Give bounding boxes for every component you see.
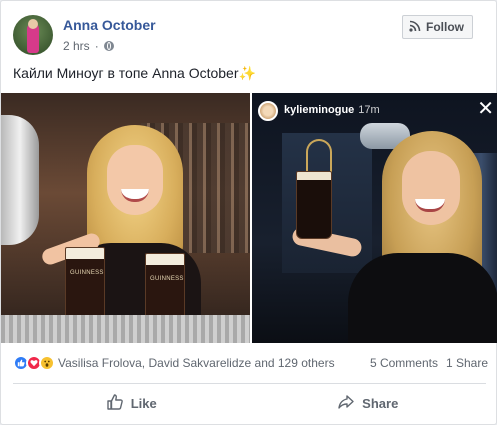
meta-separator: · <box>94 39 99 53</box>
glass-label: GUINNESS <box>150 276 184 282</box>
beer-glass <box>296 171 332 239</box>
bar-counter <box>1 315 250 343</box>
reactions-bar: Vasilisa Frolova, David Sakvarelidze and… <box>13 353 488 373</box>
photo-kylie-bar[interactable]: GUINNESS GUINNESS <box>1 93 250 343</box>
wow-icon <box>39 355 55 371</box>
share-label: Share <box>362 395 399 411</box>
comments-count[interactable]: 5 Comments <box>370 356 438 370</box>
post-card: Anna October 2 hrs · Follow Кайли Миноуг… <box>0 0 497 425</box>
close-icon[interactable]: ✕ <box>477 99 494 119</box>
story-avatar[interactable] <box>258 101 278 121</box>
author-name[interactable]: Anna October <box>63 17 156 33</box>
follow-label: Follow <box>426 20 464 34</box>
shares-count[interactable]: 1 Share <box>446 356 488 370</box>
like-button[interactable]: Like <box>13 387 250 419</box>
like-label: Like <box>130 395 157 411</box>
story-time: 17m <box>358 104 380 116</box>
post-text-body: Кайли Миноуг в топе Anna October <box>13 65 239 81</box>
post-text: Кайли Миноуг в топе Anna October✨ <box>13 65 256 82</box>
rss-icon <box>409 20 421 34</box>
reaction-icons[interactable] <box>13 355 55 371</box>
beer-tap-lamp <box>1 115 39 245</box>
globe-icon[interactable] <box>103 41 114 51</box>
story-username[interactable]: kylieminogue 17m <box>284 104 380 116</box>
post-time[interactable]: 2 hrs <box>63 39 90 53</box>
woman-face <box>402 151 460 225</box>
share-button[interactable]: Share <box>250 387 487 419</box>
divider <box>13 383 486 384</box>
share-arrow-icon <box>337 393 355 414</box>
photo-kylie-story[interactable]: kylieminogue 17m ✕ <box>252 93 497 343</box>
woman-dress <box>348 253 497 343</box>
sparkles-icon: ✨ <box>238 65 256 81</box>
follow-button[interactable]: Follow <box>402 15 473 39</box>
author-avatar[interactable] <box>13 15 53 55</box>
thumbs-up-icon <box>106 393 124 414</box>
photo-grid: GUINNESS GUINNESS kylieminogue 17m ✕ <box>1 93 497 343</box>
post-header: Anna October 2 hrs · Follow <box>13 15 483 59</box>
engagement-counts: 5 Comments 1 Share <box>370 356 488 370</box>
woman-face <box>107 145 163 215</box>
story-user-label: kylieminogue <box>284 104 355 116</box>
avatar-head <box>28 19 38 29</box>
reaction-names[interactable]: Vasilisa Frolova, David Sakvarelidze and… <box>58 356 370 370</box>
glass-label: GUINNESS <box>70 270 104 276</box>
post-meta: 2 hrs · <box>63 39 114 53</box>
action-bar: Like Share <box>13 387 486 419</box>
